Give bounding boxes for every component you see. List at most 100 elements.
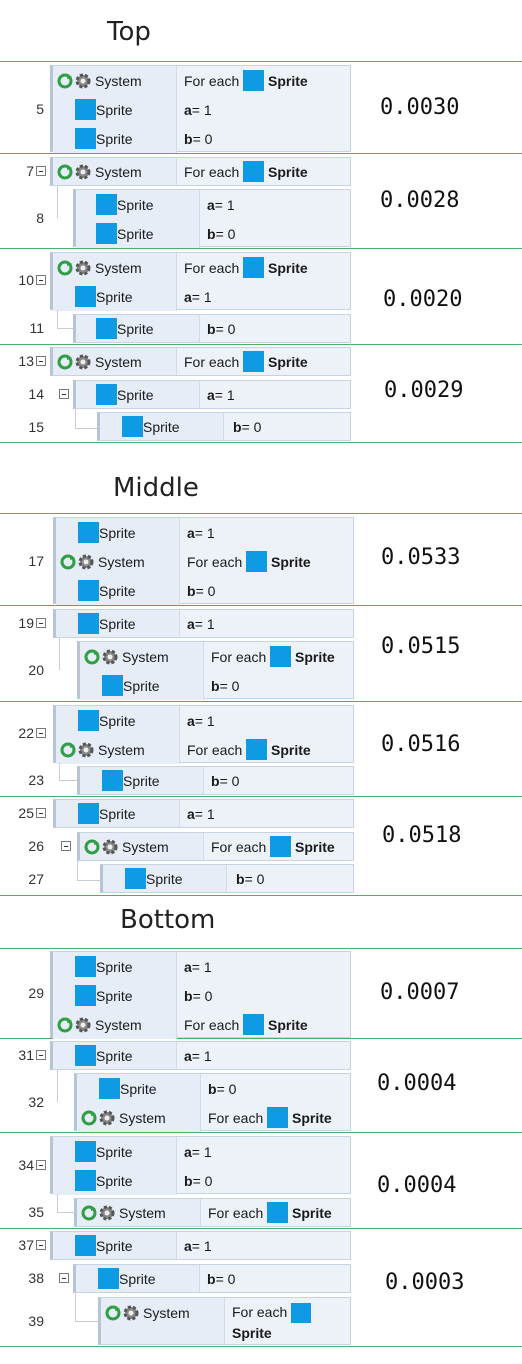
set-b-action[interactable]: b = 0 — [184, 1166, 212, 1195]
set-a-action[interactable]: a = 1 — [184, 952, 212, 981]
set-a-action[interactable]: a = 1 — [187, 518, 215, 547]
for-each-action[interactable]: For each Sprite — [184, 158, 308, 185]
set-b-action[interactable]: b = 0 — [207, 315, 235, 342]
collapse-icon[interactable] — [36, 808, 46, 818]
system-condition[interactable]: System — [105, 1298, 190, 1327]
collapse-icon[interactable] — [36, 1050, 46, 1060]
sprite-condition[interactable]: Sprite — [98, 1265, 156, 1292]
collapse-icon[interactable] — [36, 728, 46, 738]
set-b-action[interactable]: b = 0 — [184, 124, 212, 153]
sub-event-block[interactable]: Sprite b = 0 — [97, 412, 351, 441]
collapse-icon[interactable] — [59, 389, 69, 399]
collapse-icon[interactable] — [36, 356, 46, 366]
sprite-condition[interactable]: Sprite — [96, 190, 154, 219]
set-a-action[interactable]: a = 1 — [184, 95, 212, 124]
event-block[interactable]: Sprite a = 1 System For each Sprite Spri… — [53, 517, 354, 605]
set-a-action[interactable]: a = 1 — [187, 610, 215, 637]
sprite-condition[interactable]: Sprite — [75, 1137, 133, 1166]
collapse-icon[interactable] — [36, 618, 46, 628]
collapse-icon[interactable] — [36, 275, 46, 285]
for-each-action[interactable]: For each Sprite — [184, 253, 308, 282]
set-a-action[interactable]: a = 1 — [184, 1042, 212, 1069]
for-each-action[interactable]: For each Sprite — [184, 348, 308, 375]
sub-event-block[interactable]: Sprite b = 0 — [73, 314, 351, 343]
sprite-condition[interactable]: Sprite — [78, 518, 136, 547]
sub-event-block[interactable]: System For each Sprite — [74, 1198, 351, 1227]
system-condition[interactable]: System — [84, 833, 169, 860]
system-condition[interactable]: System — [81, 1199, 166, 1226]
set-a-action[interactable]: a = 1 — [207, 381, 235, 408]
set-b-action[interactable]: b = 0 — [211, 671, 239, 700]
for-each-action[interactable]: For each Sprite — [187, 735, 311, 764]
sub-event-block[interactable]: Sprite b = 0 System For each Sprite — [74, 1073, 351, 1132]
set-b-action[interactable]: b = 0 — [184, 981, 212, 1010]
sub-event-block[interactable]: System For each Sprite — [98, 1297, 351, 1345]
event-block[interactable]: Sprite a = 1 — [53, 609, 354, 638]
for-each-action[interactable]: For each Sprite — [187, 547, 311, 576]
event-block[interactable]: Sprite a = 1 — [50, 1231, 351, 1260]
sprite-condition[interactable]: Sprite — [75, 1042, 133, 1069]
collapse-icon[interactable] — [36, 166, 46, 176]
sub-event-block[interactable]: System For each Sprite Sprite b = 0 — [77, 641, 354, 700]
sub-event-block[interactable]: System For each Sprite — [77, 832, 354, 861]
for-each-action[interactable]: For each Sprite — [208, 1103, 332, 1132]
sub-event-block[interactable]: Sprite b = 0 — [73, 1264, 351, 1293]
sprite-condition[interactable]: Sprite — [75, 1166, 133, 1195]
sprite-condition[interactable]: Sprite — [96, 381, 154, 408]
set-b-action[interactable]: b = 0 — [208, 1074, 236, 1103]
event-block[interactable]: Sprite a = 1 — [53, 799, 354, 828]
sprite-condition[interactable]: Sprite — [75, 1232, 133, 1259]
for-each-action[interactable]: For each Sprite — [232, 1302, 312, 1343]
system-condition[interactable]: System — [57, 348, 142, 375]
sprite-condition[interactable]: Sprite — [78, 576, 136, 605]
event-block[interactable]: System For each Sprite Sprite a = 1 — [50, 252, 351, 311]
sub-event-block[interactable]: Sprite b = 0 — [77, 766, 354, 795]
event-block[interactable]: Sprite a = 1 — [50, 1041, 351, 1070]
sub-event-block[interactable]: Sprite a = 1 Sprite b = 0 — [73, 189, 351, 248]
sprite-condition[interactable]: Sprite — [78, 610, 136, 637]
event-block[interactable]: Sprite a = 1 System For each Sprite — [53, 705, 354, 764]
event-block[interactable]: System For each Sprite Sprite a = 1 Spri… — [50, 65, 351, 153]
sub-event-block[interactable]: Sprite a = 1 — [73, 380, 351, 409]
sprite-condition[interactable]: Sprite — [75, 282, 133, 311]
set-b-action[interactable]: b = 0 — [211, 767, 239, 794]
sprite-condition[interactable]: Sprite — [99, 1074, 157, 1103]
set-b-action[interactable]: b = 0 — [207, 1265, 235, 1292]
set-a-action[interactable]: a = 1 — [207, 190, 235, 219]
sprite-condition[interactable]: Sprite — [102, 671, 160, 700]
set-b-action[interactable]: b = 0 — [233, 413, 261, 440]
sprite-condition[interactable]: Sprite — [96, 315, 154, 342]
sprite-condition[interactable]: Sprite — [78, 800, 136, 827]
set-a-action[interactable]: a = 1 — [184, 282, 212, 311]
set-a-action[interactable]: a = 1 — [187, 800, 215, 827]
for-each-action[interactable]: For each Sprite — [184, 66, 308, 95]
sprite-condition[interactable]: Sprite — [75, 952, 133, 981]
set-b-action[interactable]: b = 0 — [236, 865, 264, 892]
system-condition[interactable]: System — [57, 66, 142, 95]
event-block[interactable]: Sprite a = 1 Sprite b = 0 — [50, 1136, 351, 1195]
sprite-condition[interactable]: Sprite — [75, 981, 133, 1010]
event-block[interactable]: System For each Sprite — [50, 347, 351, 376]
sprite-condition[interactable]: Sprite — [75, 124, 133, 153]
collapse-icon[interactable] — [36, 1160, 46, 1170]
collapse-icon[interactable] — [59, 1273, 69, 1283]
sprite-condition[interactable]: Sprite — [102, 767, 160, 794]
for-each-action[interactable]: For each Sprite — [208, 1199, 332, 1226]
event-block[interactable]: Sprite a = 1 Sprite b = 0 System For eac… — [50, 951, 351, 1039]
for-each-action[interactable]: For each Sprite — [184, 1010, 308, 1039]
system-condition[interactable]: System — [57, 1010, 142, 1039]
system-condition[interactable]: System — [60, 735, 145, 764]
for-each-action[interactable]: For each Sprite — [211, 642, 335, 671]
system-condition[interactable]: System — [60, 547, 145, 576]
collapse-icon[interactable] — [61, 841, 71, 851]
set-a-action[interactable]: a = 1 — [184, 1137, 212, 1166]
collapse-icon[interactable] — [36, 1240, 46, 1250]
system-condition[interactable]: System — [57, 253, 142, 282]
system-condition[interactable]: System — [84, 642, 169, 671]
event-block[interactable]: System For each Sprite — [50, 157, 351, 186]
set-b-action[interactable]: b = 0 — [187, 576, 215, 605]
sprite-condition[interactable]: Sprite — [122, 413, 180, 440]
for-each-action[interactable]: For each Sprite — [211, 833, 335, 860]
set-b-action[interactable]: b = 0 — [207, 219, 235, 248]
system-condition[interactable]: System — [57, 158, 142, 185]
